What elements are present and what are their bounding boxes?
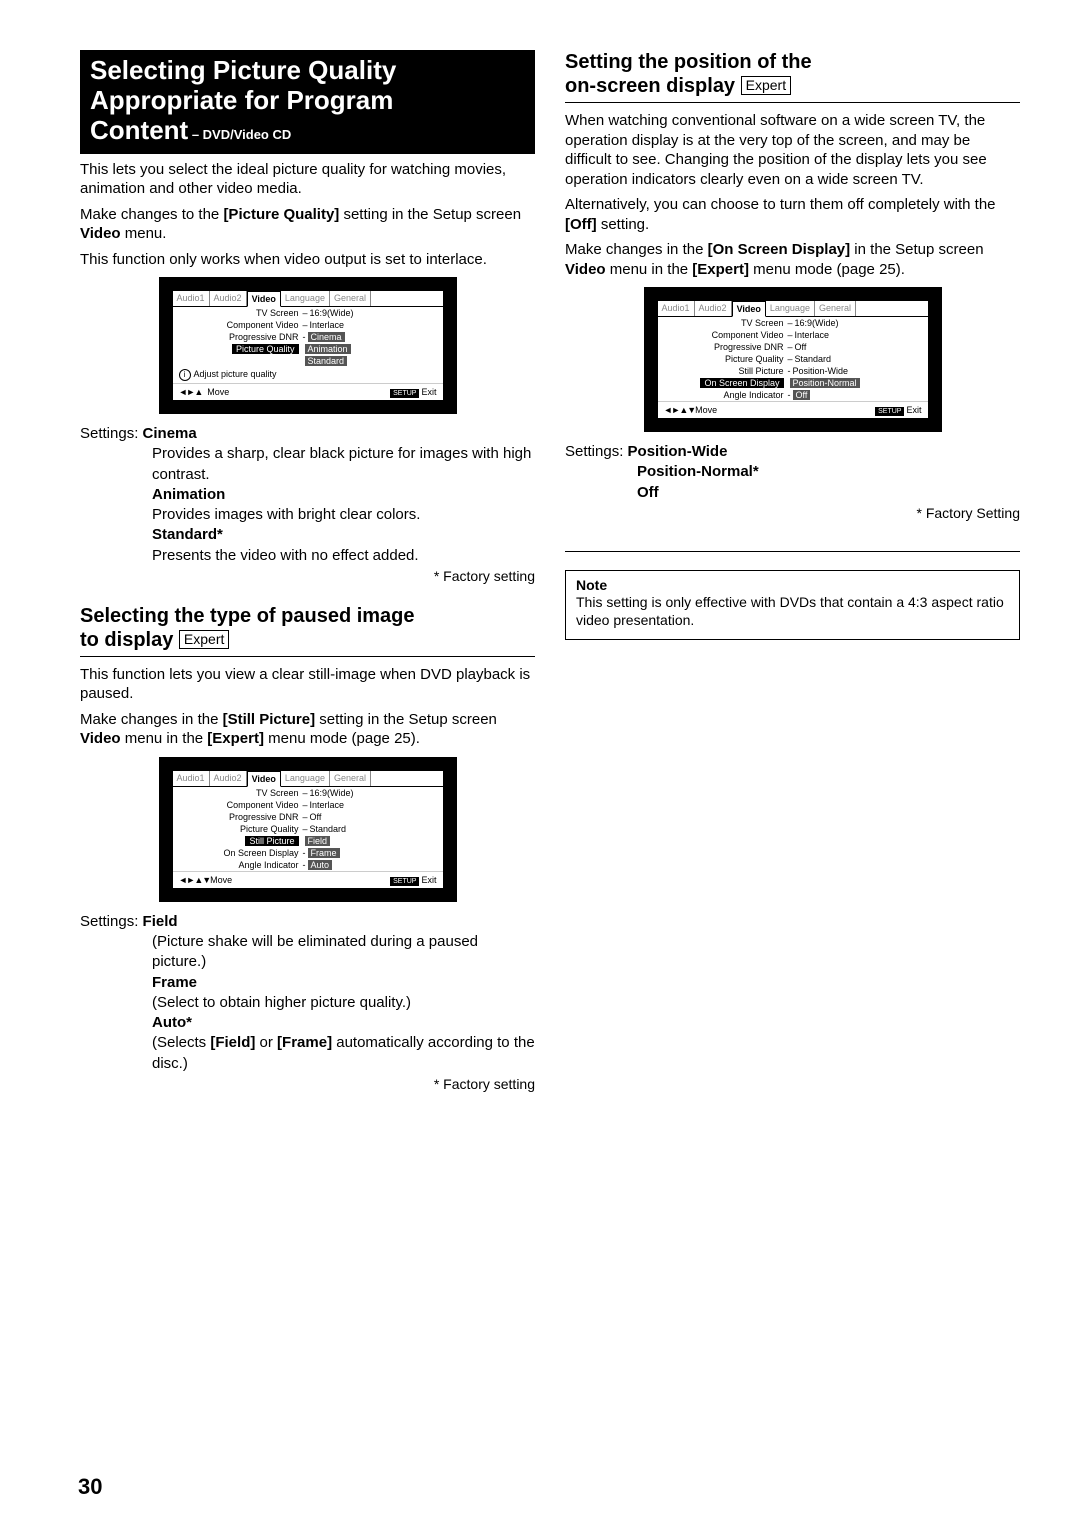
para: Make changes in the [On Screen Display] … — [565, 240, 1020, 279]
osd-screenshot-osd-position: Audio1 Audio2 Video Language General TV … — [644, 287, 942, 432]
heading-line2: Appropriate for Program — [90, 86, 525, 116]
divider — [565, 102, 1020, 103]
expert-badge: Expert — [741, 76, 791, 95]
para: This lets you select the ideal picture q… — [80, 160, 535, 199]
factory-note: * Factory Setting — [565, 505, 1020, 521]
heading-line1: Selecting Picture Quality — [90, 56, 525, 86]
para: This function lets you view a clear stil… — [80, 665, 535, 704]
factory-note: * Factory setting — [80, 568, 535, 584]
para: Make changes to the [Picture Quality] se… — [80, 205, 535, 244]
left-column: Selecting Picture Quality Appropriate fo… — [80, 50, 535, 1092]
settings-list: Settings: Field (Picture shake will be e… — [80, 912, 535, 1074]
para: This function only works when video outp… — [80, 250, 535, 270]
note-body: This setting is only effective with DVDs… — [576, 593, 1009, 629]
page-number: 30 — [78, 1474, 102, 1500]
heading-line3: Content – DVD/Video CD — [90, 116, 525, 146]
subhead-osd-position: Setting the position of the on-screen di… — [565, 50, 1020, 98]
para: Alternatively, you can choose to turn th… — [565, 195, 1020, 234]
settings-list: Settings: Cinema Provides a sharp, clear… — [80, 424, 535, 566]
note-box: Note This setting is only effective with… — [565, 570, 1020, 640]
divider — [80, 656, 535, 657]
note-title: Note — [576, 577, 1009, 593]
osd-screenshot-still-picture: Audio1 Audio2 Video Language General TV … — [159, 757, 457, 902]
expert-badge: Expert — [179, 630, 229, 649]
right-column: Setting the position of the on-screen di… — [565, 50, 1020, 1092]
factory-note: * Factory setting — [80, 1076, 535, 1092]
osd-screenshot-picture-quality: Audio1 Audio2 Video Language General TV … — [159, 277, 457, 414]
para: When watching conventional software on a… — [565, 111, 1020, 189]
para: Make changes in the [Still Picture] sett… — [80, 710, 535, 749]
divider — [565, 551, 1020, 552]
manual-page: Selecting Picture Quality Appropriate fo… — [0, 0, 1080, 1122]
section-head-picture-quality: Selecting Picture Quality Appropriate fo… — [80, 50, 535, 154]
osd-tabs: Audio1 Audio2 Video Language General — [173, 291, 443, 307]
settings-list: Settings: Position-Wide Position-Normal*… — [565, 442, 1020, 503]
subhead-still-picture: Selecting the type of paused image to di… — [80, 604, 535, 652]
